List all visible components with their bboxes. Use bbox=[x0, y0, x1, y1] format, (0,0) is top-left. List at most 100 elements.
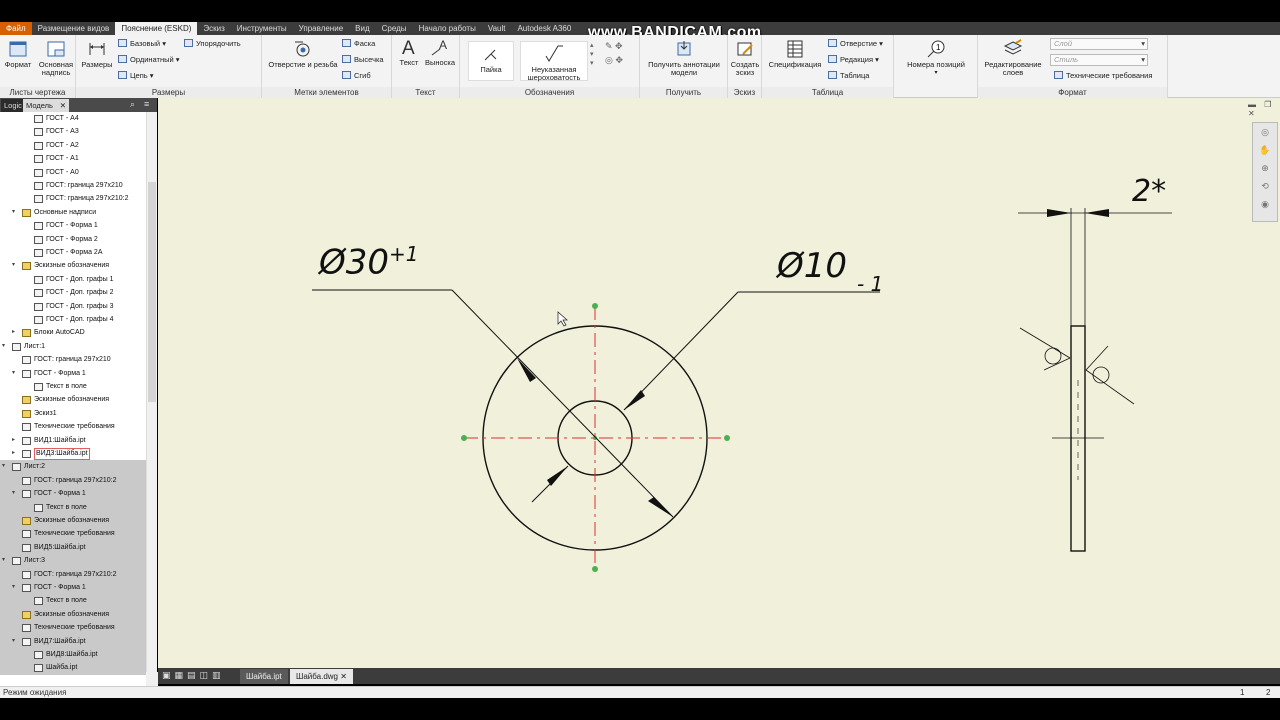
close-icon[interactable]: ✕ bbox=[60, 99, 66, 112]
tab-vault[interactable]: Vault bbox=[482, 22, 512, 35]
browser-node[interactable]: ▸ ВИД1:Шайба.ipt bbox=[0, 434, 146, 447]
grip-point[interactable] bbox=[724, 435, 730, 441]
orbit-icon[interactable]: ⟲ bbox=[1253, 177, 1277, 195]
browser-node[interactable]: ВИД5:Шайба.ipt bbox=[0, 540, 146, 555]
tab-layout-icons[interactable]: ▣▦▤◫▥ bbox=[162, 670, 225, 681]
chamfer-button[interactable]: Фаска bbox=[342, 39, 375, 49]
outer-diameter-text[interactable]: Ø30+1 bbox=[319, 242, 419, 282]
browser-node[interactable]: Эскизные обозначения bbox=[0, 514, 146, 528]
grip-point[interactable] bbox=[592, 303, 598, 309]
symbol-tools-icon[interactable]: ✎ ✥ ◎ ✥ bbox=[605, 39, 623, 67]
browser-scrollbar[interactable] bbox=[146, 112, 157, 686]
chain-button[interactable]: Цепь ▾ bbox=[118, 71, 154, 81]
browser-node[interactable]: ГОСТ - Доп. графы 2 bbox=[0, 286, 146, 299]
close-icon[interactable]: ✕ bbox=[340, 672, 347, 681]
steering-wheel-icon[interactable]: ◎ bbox=[1253, 123, 1277, 141]
browser-node[interactable]: ГОСТ: граница 297x210:2 bbox=[0, 192, 146, 205]
tab-environments[interactable]: Среды bbox=[376, 22, 413, 35]
browser-node[interactable]: Технические требования bbox=[0, 420, 146, 433]
browser-node[interactable]: Эскизные обозначения bbox=[0, 607, 146, 622]
dimension-button[interactable]: Размеры bbox=[79, 39, 115, 69]
browser-node[interactable]: ГОСТ - А4 bbox=[0, 112, 146, 125]
tab-annotate[interactable]: Пояснение (ESKD) bbox=[115, 22, 198, 35]
front-view[interactable] bbox=[312, 289, 880, 572]
arrange-button[interactable]: Упорядочить bbox=[184, 39, 241, 49]
baseline-button[interactable]: Базовый ▾ bbox=[118, 39, 166, 49]
grip-point[interactable] bbox=[592, 566, 598, 572]
browser-node[interactable]: ▾ ГОСТ - Форма 1 bbox=[0, 367, 146, 380]
browser-tab-model[interactable]: Модель ✕ bbox=[23, 99, 69, 112]
browser-node[interactable]: ГОСТ - А3 bbox=[0, 125, 146, 138]
tab-a360[interactable]: Autodesk A360 bbox=[511, 22, 577, 35]
browser-node[interactable]: ▸ Блоки AutoCAD bbox=[0, 326, 146, 339]
navigation-bar[interactable]: ◎ ✋ ⊕ ⟲ ◉ bbox=[1252, 122, 1278, 222]
chevron-down-icon[interactable]: ▾ bbox=[12, 581, 15, 594]
browser-node[interactable]: ГОСТ - Форма 2А bbox=[0, 246, 146, 259]
browser-node[interactable]: ГОСТ - А1 bbox=[0, 152, 146, 165]
browser-node[interactable]: Текст в поле bbox=[0, 594, 146, 608]
browser-node[interactable]: ГОСТ - А2 bbox=[0, 139, 146, 152]
punch-button[interactable]: Высечка bbox=[342, 55, 384, 65]
drawing-sheet[interactable] bbox=[158, 98, 1280, 668]
surface-finish-symbol[interactable] bbox=[1085, 345, 1135, 405]
grip-point[interactable] bbox=[461, 435, 467, 441]
browser-node[interactable]: ГОСТ: граница 297x210:2 bbox=[0, 473, 146, 488]
side-view-body[interactable] bbox=[1070, 325, 1086, 552]
browser-node[interactable]: ГОСТ - Доп. графы 4 bbox=[0, 313, 146, 326]
tab-manage[interactable]: Управление bbox=[293, 22, 349, 35]
chevron-down-icon[interactable]: ▾ bbox=[12, 259, 15, 272]
ordinate-button[interactable]: Ординатный ▾ bbox=[118, 55, 180, 65]
weld-symbol-button[interactable]: Пайка bbox=[468, 41, 514, 81]
browser-node[interactable]: ▾ Лист:3 bbox=[0, 554, 146, 568]
side-view[interactable] bbox=[1018, 208, 1172, 552]
hole-thread-button[interactable]: Отверстие и резьба bbox=[264, 39, 342, 69]
chevron-down-icon[interactable]: ▾ bbox=[12, 487, 15, 500]
pan-icon[interactable]: ✋ bbox=[1253, 141, 1277, 159]
surface-texture-button[interactable]: Неуказанная шероховатость bbox=[520, 41, 588, 82]
drawing-canvas[interactable]: Ø30+1 Ø10- 1 2* bbox=[158, 98, 1280, 668]
scrollbar-thumb[interactable] bbox=[148, 182, 156, 402]
browser-node[interactable]: Технические требования bbox=[0, 527, 146, 541]
browser-node[interactable]: ВИД8:Шайба.ipt bbox=[0, 648, 146, 662]
hole-table-button[interactable]: Отверстие ▾ bbox=[828, 39, 883, 49]
tab-sketch[interactable]: Эскиз bbox=[197, 22, 230, 35]
browser-node[interactable]: ▾ Эскизные обозначения bbox=[0, 259, 146, 272]
inner-diameter-text[interactable]: Ø10- 1 bbox=[777, 246, 883, 296]
browser-node[interactable]: ГОСТ - Доп. графы 3 bbox=[0, 300, 146, 313]
menu-icon[interactable]: ≡ bbox=[144, 99, 149, 109]
edit-layers-button[interactable]: Редактирование слоев bbox=[980, 39, 1046, 77]
tab-get-started[interactable]: Начало работы bbox=[413, 22, 482, 35]
browser-node[interactable]: ▾ ГОСТ - Форма 1 bbox=[0, 581, 146, 595]
browser-node[interactable]: ▾ Основные надписи bbox=[0, 206, 146, 219]
revision-table-button[interactable]: Редакция ▾ bbox=[828, 55, 879, 65]
create-sketch-button[interactable]: Создать эскиз bbox=[729, 39, 761, 77]
chevron-down-icon[interactable]: ▾ bbox=[2, 340, 5, 353]
browser-node[interactable]: Эскизные обозначения bbox=[0, 393, 146, 406]
browser-node[interactable]: Технические требования bbox=[0, 621, 146, 635]
browser-node[interactable]: ГОСТ: граница 297x210 bbox=[0, 353, 146, 366]
tab-place-views[interactable]: Размещение видов bbox=[32, 22, 116, 35]
balloon-button[interactable]: 1 Номера позиций ▾ bbox=[900, 39, 972, 77]
leader-text-button[interactable]: A Выноска bbox=[423, 37, 457, 67]
browser-node[interactable]: ▾ Лист:1 bbox=[0, 340, 146, 353]
retrieve-annotations-button[interactable]: Получить аннотации модели bbox=[644, 39, 724, 77]
gallery-scroll-icon[interactable]: ▴ ▾ ▾ bbox=[590, 41, 594, 68]
title-block-button[interactable]: Основная надпись bbox=[37, 39, 75, 77]
chevron-right-icon[interactable]: ▸ bbox=[12, 447, 15, 460]
browser-node[interactable]: Текст в поле bbox=[0, 500, 146, 514]
doc-tab-part[interactable]: Шайба.ipt bbox=[240, 669, 288, 684]
browser-node[interactable]: Текст в поле bbox=[0, 380, 146, 393]
chevron-right-icon[interactable]: ▸ bbox=[12, 326, 15, 339]
parts-list-button[interactable]: Спецификация bbox=[764, 39, 826, 69]
tab-view[interactable]: Вид bbox=[349, 22, 375, 35]
format-button[interactable]: Формат bbox=[3, 39, 33, 69]
window-controls[interactable]: ▬ ❐ ✕ bbox=[1248, 100, 1280, 118]
browser-node[interactable]: ▾ Лист:2 bbox=[0, 460, 146, 474]
chevron-down-icon[interactable]: ▾ bbox=[2, 460, 5, 473]
browser-node[interactable]: ▸ ВИД3:Шайба.ipt bbox=[0, 447, 146, 460]
browser-node[interactable]: ГОСТ - А0 bbox=[0, 166, 146, 179]
chevron-down-icon[interactable]: ▾ bbox=[12, 635, 15, 648]
browser-node[interactable]: ГОСТ - Форма 2 bbox=[0, 233, 146, 246]
tab-tools[interactable]: Инструменты bbox=[231, 22, 293, 35]
browser-node[interactable]: ▾ ГОСТ - Форма 1 bbox=[0, 487, 146, 501]
